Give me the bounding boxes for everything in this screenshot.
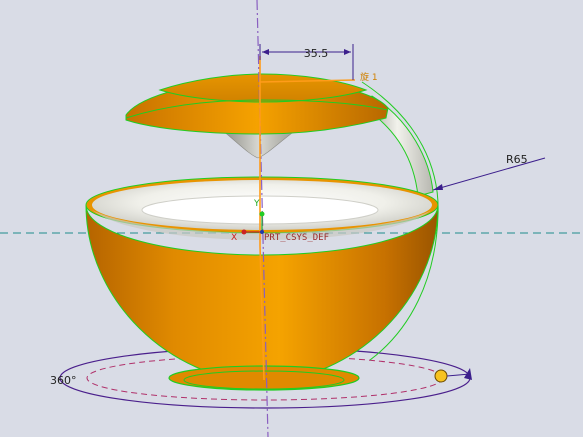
csys-x-label: X [231, 233, 237, 243]
dimension-arrow-radius [433, 184, 443, 190]
csys-y-marker [259, 211, 265, 217]
csys-x-marker [241, 229, 247, 235]
csys-label[interactable]: PRT_CSYS_DEF [264, 233, 329, 243]
csys-y-label: Y [253, 199, 260, 209]
dimension-arrow-left [262, 49, 269, 55]
dimension-arrow-right [344, 49, 351, 55]
drag-handle[interactable] [434, 369, 448, 383]
dimension-radius[interactable]: R65 [506, 153, 528, 166]
cad-viewport[interactable]: 35.5 R65 360° 旋 1 Y X PRT_CSYS_DEF [0, 0, 583, 437]
dimension-width[interactable]: 35.5 [304, 47, 329, 60]
dimension-leader-radius [432, 157, 546, 191]
dimension-revolve-angle[interactable]: 360° [50, 374, 77, 387]
model-view[interactable]: 35.5 R65 360° 旋 1 Y X PRT_CSYS_DEF [0, 0, 583, 437]
feature-annotation: 旋 1 [360, 71, 378, 83]
